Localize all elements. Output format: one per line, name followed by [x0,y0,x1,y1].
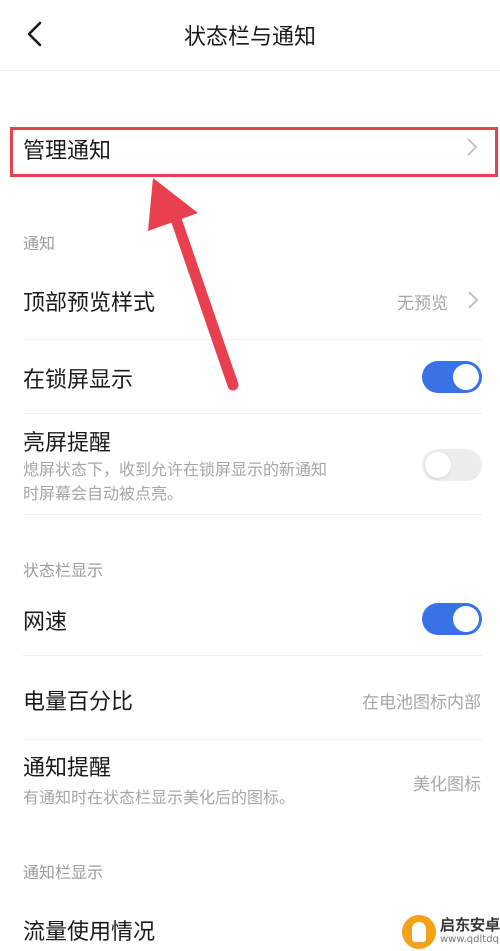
battery-percent-value: 在电池图标内部 [362,693,481,713]
notification-hint-description: 有通知时在状态栏显示美化后的图标。 [23,788,296,807]
wake-screen-item[interactable]: 亮屏提醒 熄屏状态下，收到允许在锁屏显示的新通知 时屏幕会自动被点亮。 [0,414,500,514]
divider [23,514,482,515]
network-speed-toggle[interactable] [422,603,482,635]
show-on-lockscreen-item[interactable]: 在锁屏显示 [0,340,500,412]
watermark-brand-icon [402,915,436,949]
toggle-knob [453,606,479,632]
network-speed-item[interactable]: 网速 [0,584,500,654]
toggle-knob [453,364,479,390]
lockscreen-toggle[interactable] [422,361,482,393]
preview-style-value: 无预览 [397,294,448,314]
chevron-right-icon [468,291,479,309]
battery-percent-label: 电量百分比 [23,690,134,715]
notification-hint-label: 通知提醒 [23,756,112,781]
section-heading-notifications: 通知 [23,234,56,253]
section-heading-status-bar: 状态栏显示 [23,561,104,580]
toggle-knob [425,452,451,478]
preview-style-item[interactable]: 顶部预览样式 无预览 [0,265,500,337]
watermark-logo: 启东安卓网 www.qdltdq.com [400,912,500,951]
top-bar: 状态栏与通知 [0,0,500,71]
notification-hint-item[interactable]: 通知提醒 有通知时在状态栏显示美化后的图标。 美化图标 [0,740,500,818]
annotation-highlight-box [10,127,498,177]
wake-screen-toggle[interactable] [422,449,482,481]
section-heading-notification-shade: 通知栏显示 [23,863,104,882]
notification-hint-value: 美化图标 [413,775,481,795]
wake-screen-description: 熄屏状态下，收到允许在锁屏显示的新通知 时屏幕会自动被点亮。 [23,460,328,503]
battery-percent-item[interactable]: 电量百分比 在电池图标内部 [0,656,500,738]
wake-screen-label: 亮屏提醒 [23,431,112,456]
page-title: 状态栏与通知 [183,25,316,50]
show-on-lockscreen-label: 在锁屏显示 [23,368,134,393]
watermark-url: www.qdltdq.com [440,934,500,945]
network-speed-label: 网速 [23,610,68,635]
watermark-name: 启东安卓网 [440,916,500,934]
data-usage-label: 流量使用情况 [23,920,156,945]
preview-style-label: 顶部预览样式 [23,291,156,316]
